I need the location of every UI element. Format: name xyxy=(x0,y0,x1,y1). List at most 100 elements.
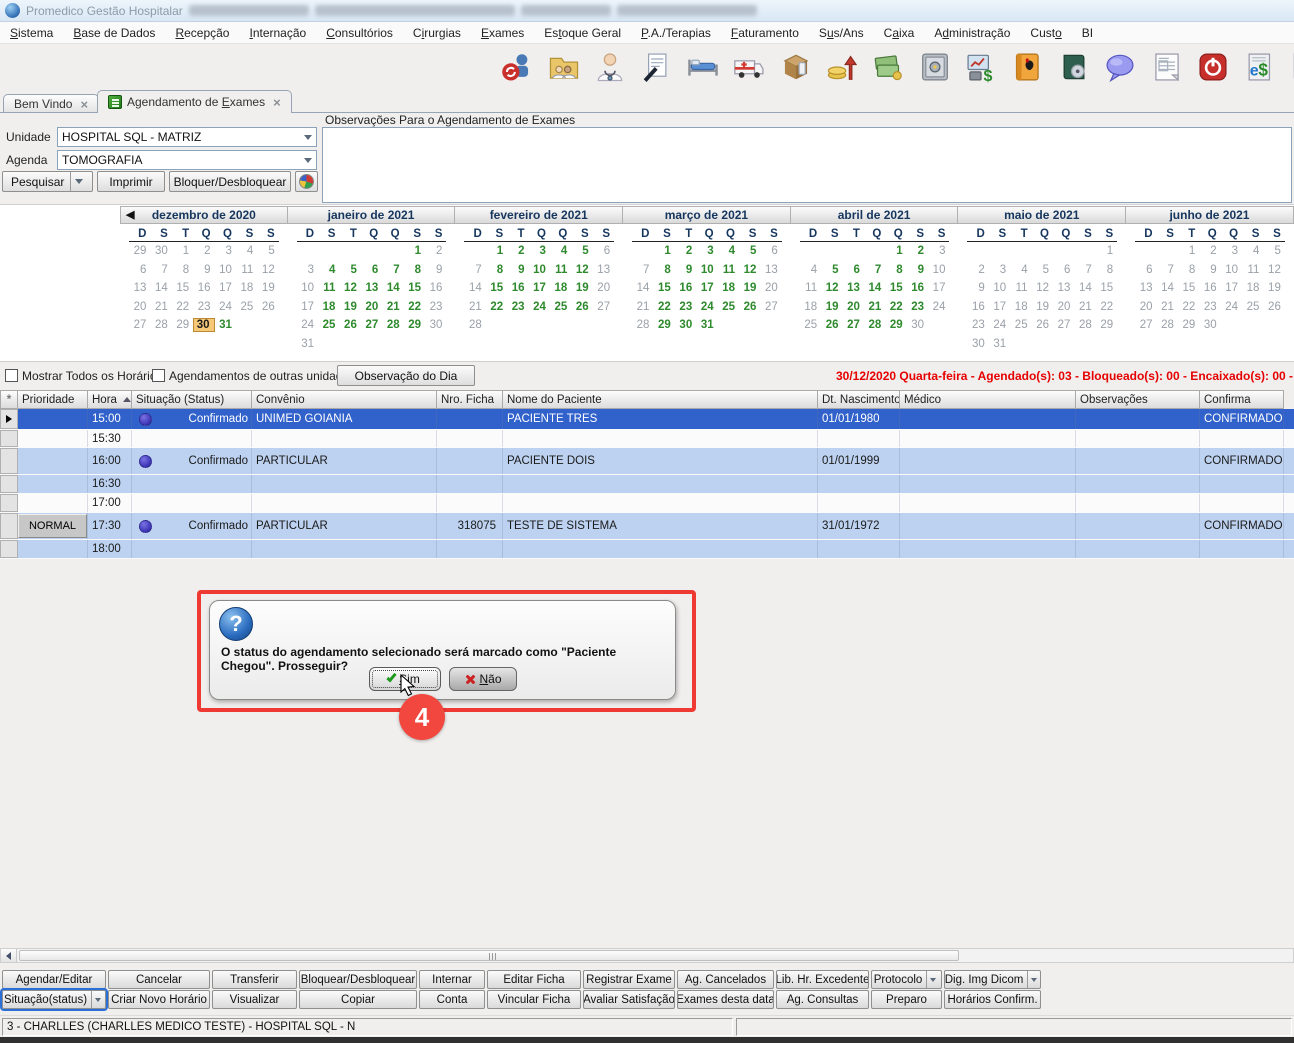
column-header-confirma[interactable]: Confirma xyxy=(1200,390,1284,409)
close-icon[interactable]: × xyxy=(273,95,281,110)
calendar-day[interactable]: 7 xyxy=(382,264,403,276)
action-transferir[interactable]: Transferir xyxy=(212,970,297,989)
calendar-day[interactable]: 15 xyxy=(486,282,507,294)
table-row-15-00[interactable]: 15:00ConfirmadoUNIMED GOIANIAPACIENTE TR… xyxy=(0,409,1294,430)
table-row-17-00[interactable]: 17:00 xyxy=(0,494,1294,513)
menu-item-exames[interactable]: Exames xyxy=(471,26,534,40)
finance-up-icon[interactable] xyxy=(819,47,865,87)
calendar-day[interactable]: 21 xyxy=(864,301,885,313)
calendar-day[interactable]: 29 xyxy=(653,319,674,331)
calendar-day[interactable]: 27 xyxy=(843,319,864,331)
action-exames-desta-data[interactable]: Exames desta data xyxy=(677,990,774,1009)
calendar-day[interactable]: 20 xyxy=(843,301,864,313)
calendar-day[interactable]: 14 xyxy=(382,282,403,294)
calendar-day[interactable]: 26 xyxy=(821,319,842,331)
action-agendar-editar[interactable]: Agendar/Editar xyxy=(2,970,106,989)
calendar-day[interactable]: 26 xyxy=(571,301,592,313)
calendar-day[interactable]: 28 xyxy=(864,319,885,331)
calendar-day[interactable]: 24 xyxy=(529,301,550,313)
menu-item-estoque-geral[interactable]: Estoque Geral xyxy=(534,26,631,40)
calendar-day[interactable]: 18 xyxy=(318,301,339,313)
table-row-17-30[interactable]: NORMAL17:30ConfirmadoPARTICULAR318075TES… xyxy=(0,513,1294,540)
calendar-day[interactable]: 4 xyxy=(718,245,739,257)
billing-pos-icon[interactable]: $ xyxy=(958,47,1004,87)
tab-bem-vindo[interactable]: Bem Vindo× xyxy=(3,94,99,113)
calendar-day[interactable]: 5 xyxy=(739,245,760,257)
calendar-day[interactable]: 20 xyxy=(361,301,382,313)
action-protocolo[interactable]: Protocolo xyxy=(871,970,942,989)
calendar-day[interactable]: 8 xyxy=(885,264,906,276)
calendar-day[interactable]: 17 xyxy=(529,282,550,294)
action-registrar-exame[interactable]: Registrar Exame xyxy=(583,970,675,989)
calendar-day[interactable]: 4 xyxy=(318,264,339,276)
action-ag-consultas[interactable]: Ag. Consultas xyxy=(776,990,869,1009)
calendar-prev-icon[interactable]: ◀ xyxy=(126,208,134,221)
calendar-day[interactable]: 3 xyxy=(696,245,717,257)
menu-item-caixa[interactable]: Caixa xyxy=(874,26,925,40)
calendar-day[interactable]: 30 xyxy=(193,318,214,332)
table-row-15-30[interactable]: 15:30 xyxy=(0,430,1294,448)
calendar-day[interactable]: 8 xyxy=(404,264,425,276)
chevron-down-icon[interactable] xyxy=(300,128,316,146)
action-internar[interactable]: Internar xyxy=(419,970,485,989)
observacoes-textarea[interactable] xyxy=(322,127,1292,203)
patient-folder-icon[interactable] xyxy=(540,47,586,87)
calendar-day[interactable]: 10 xyxy=(696,264,717,276)
calendar-day[interactable]: 16 xyxy=(507,282,528,294)
chevron-down-icon[interactable] xyxy=(926,971,939,988)
calendar-day[interactable]: 4 xyxy=(550,245,571,257)
calendar-day[interactable]: 18 xyxy=(718,282,739,294)
cash-icon[interactable] xyxy=(865,47,911,87)
action-situa-o-status[interactable]: Situação(status) xyxy=(2,990,106,1009)
month-header[interactable]: maio de 2021 xyxy=(958,206,1126,224)
chevron-down-icon[interactable] xyxy=(300,151,316,169)
agenda-select[interactable]: TOMOGRAFIA xyxy=(57,150,317,170)
calendar-day[interactable]: 16 xyxy=(907,282,928,294)
calendar-day[interactable]: 12 xyxy=(821,282,842,294)
action-preparo[interactable]: Preparo xyxy=(871,990,942,1009)
calendar-day[interactable]: 13 xyxy=(361,282,382,294)
calendar-day[interactable]: 1 xyxy=(885,245,906,257)
calendar-day[interactable]: 23 xyxy=(507,301,528,313)
ambulance-icon[interactable] xyxy=(726,47,772,87)
month-header[interactable]: janeiro de 2021 xyxy=(288,206,456,224)
bloquear-desbloquear-button[interactable]: Bloquer/Desbloquear xyxy=(169,171,291,192)
month-header[interactable]: abril de 2021 xyxy=(791,206,959,224)
calendar-day[interactable]: 8 xyxy=(653,264,674,276)
calendar-day[interactable]: 8 xyxy=(486,264,507,276)
action-bloquear-desbloquear[interactable]: Bloquear/Desbloquear xyxy=(299,970,417,989)
calendar-day[interactable]: 23 xyxy=(907,301,928,313)
menu-item-faturamento[interactable]: Faturamento xyxy=(721,26,809,40)
power-icon[interactable] xyxy=(1190,47,1236,87)
calendar-day[interactable]: 22 xyxy=(885,301,906,313)
calendar-day[interactable]: 13 xyxy=(843,282,864,294)
calendar-day[interactable]: 7 xyxy=(864,264,885,276)
calendar-day[interactable]: 25 xyxy=(718,301,739,313)
column-header-m-dico[interactable]: Médico xyxy=(900,390,1076,409)
calendar-day[interactable]: 14 xyxy=(864,282,885,294)
scroll-left-button[interactable] xyxy=(1,949,17,962)
unidade-select[interactable]: HOSPITAL SQL - MATRIZ xyxy=(57,127,317,147)
menu-item-recep-o[interactable]: Recepção xyxy=(165,26,239,40)
nao-button[interactable]: Não xyxy=(449,667,517,691)
column-header-nome-do-paciente[interactable]: Nome do Paciente xyxy=(503,390,818,409)
action-lib-hr-excedente[interactable]: Lib. Hr. Excedente xyxy=(776,970,869,989)
chat-icon[interactable] xyxy=(1097,47,1143,87)
action-cancelar[interactable]: Cancelar xyxy=(108,970,210,989)
calendar-day[interactable]: 12 xyxy=(339,282,360,294)
calendar-day[interactable]: 26 xyxy=(339,319,360,331)
calendar-day[interactable]: 5 xyxy=(339,264,360,276)
calendar-day[interactable]: 22 xyxy=(653,301,674,313)
calendar-day[interactable]: 19 xyxy=(821,301,842,313)
calendar-day[interactable]: 9 xyxy=(675,264,696,276)
action-conta[interactable]: Conta xyxy=(419,990,485,1009)
calendar-day[interactable]: 26 xyxy=(739,301,760,313)
doctor-icon[interactable] xyxy=(587,47,633,87)
column-header-situa-o-status[interactable]: Situação (Status) xyxy=(132,390,252,409)
contract-icon[interactable] xyxy=(633,47,679,87)
calendar-day[interactable]: 11 xyxy=(550,264,571,276)
menu-item-custo[interactable]: Custo xyxy=(1020,26,1071,40)
column-header-dt-nascimento[interactable]: Dt. Nascimento xyxy=(818,390,900,409)
calendar-day[interactable]: 1 xyxy=(404,245,425,257)
month-header[interactable]: junho de 2021 xyxy=(1126,206,1294,224)
